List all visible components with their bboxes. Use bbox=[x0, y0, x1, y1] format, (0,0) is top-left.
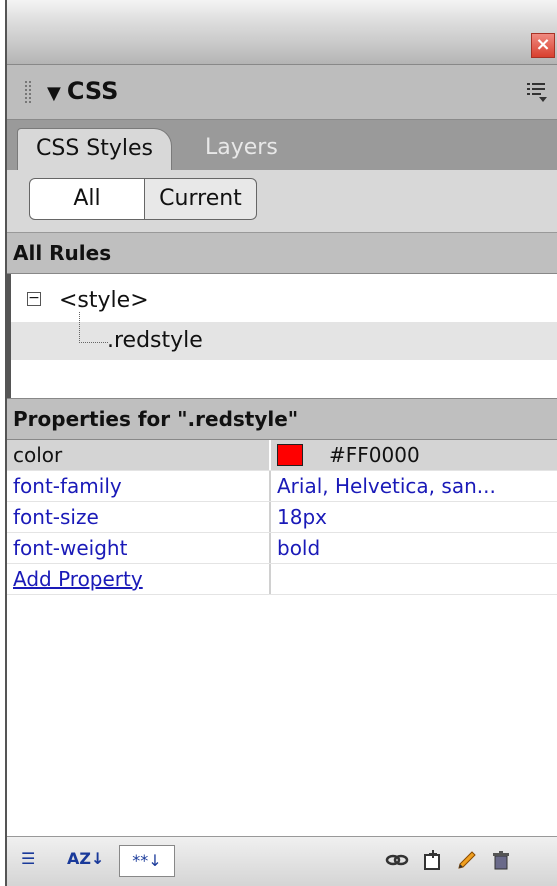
property-name[interactable]: font-family bbox=[13, 471, 122, 501]
tab-css-styles[interactable]: CSS Styles bbox=[17, 128, 173, 171]
column-divider[interactable] bbox=[269, 564, 271, 594]
rules-tree: − <style> .redstyle bbox=[7, 274, 557, 398]
property-row[interactable]: color #FF0000 bbox=[7, 440, 557, 471]
css-panel: × ▼ CSS CSS Styles Layers All Current All… bbox=[5, 0, 557, 886]
set-properties-icon[interactable]: **↓ bbox=[119, 845, 175, 877]
panel-title[interactable]: ▼ CSS bbox=[47, 77, 118, 105]
tab-layers[interactable]: Layers bbox=[205, 128, 278, 170]
collapse-icon[interactable]: − bbox=[27, 291, 41, 306]
mode-switch: All Current bbox=[7, 170, 557, 233]
close-button[interactable]: × bbox=[531, 33, 555, 58]
property-name[interactable]: font-weight bbox=[13, 533, 127, 563]
property-value[interactable]: Arial, Helvetica, san... bbox=[277, 471, 496, 501]
drag-grip-icon[interactable] bbox=[25, 81, 31, 103]
color-swatch[interactable] bbox=[277, 444, 303, 466]
all-mode-button[interactable]: All bbox=[29, 178, 145, 220]
property-name[interactable]: color bbox=[13, 440, 62, 470]
column-divider[interactable] bbox=[269, 440, 271, 470]
panel-toolbar: ☰ AZ↓ **↓ bbox=[7, 836, 557, 886]
property-value[interactable]: 18px bbox=[277, 502, 327, 532]
property-row[interactable]: font-family Arial, Helvetica, san... bbox=[7, 471, 557, 502]
panel-titlebar[interactable]: × bbox=[7, 0, 557, 65]
all-rules-header: All Rules bbox=[7, 233, 557, 274]
add-property-link[interactable]: Add Property bbox=[13, 564, 143, 594]
edit-style-icon[interactable] bbox=[455, 848, 479, 872]
new-css-rule-icon[interactable] bbox=[421, 848, 445, 872]
column-divider[interactable] bbox=[269, 502, 271, 532]
tree-item-label: .redstyle bbox=[107, 328, 203, 353]
trash-icon[interactable] bbox=[489, 848, 513, 872]
panel-tabs: CSS Styles Layers bbox=[7, 120, 557, 171]
category-view-icon[interactable]: ☰ bbox=[21, 849, 35, 868]
property-value[interactable]: bold bbox=[277, 533, 320, 563]
property-row[interactable]: Add Property bbox=[7, 564, 557, 595]
panel-group-header[interactable]: ▼ CSS bbox=[7, 65, 557, 120]
attach-style-sheet-icon[interactable] bbox=[385, 848, 409, 872]
properties-header: Properties for ".redstyle" bbox=[7, 398, 557, 440]
property-row[interactable]: font-size 18px bbox=[7, 502, 557, 533]
options-menu-icon[interactable] bbox=[525, 79, 547, 103]
property-row[interactable]: font-weight bold bbox=[7, 533, 557, 564]
tree-item-redstyle[interactable]: .redstyle bbox=[11, 312, 557, 360]
panel-title-label: CSS bbox=[66, 77, 119, 105]
alpha-view-icon[interactable]: AZ↓ bbox=[67, 849, 104, 868]
collapse-triangle-icon[interactable]: ▼ bbox=[47, 83, 61, 104]
tree-connector bbox=[79, 312, 108, 343]
property-value[interactable]: #FF0000 bbox=[329, 440, 420, 470]
column-divider[interactable] bbox=[269, 471, 271, 501]
current-mode-button[interactable]: Current bbox=[145, 178, 257, 220]
properties-table: color #FF0000 font-family Arial, Helveti… bbox=[7, 440, 557, 595]
property-name[interactable]: font-size bbox=[13, 502, 99, 532]
column-divider[interactable] bbox=[269, 533, 271, 563]
